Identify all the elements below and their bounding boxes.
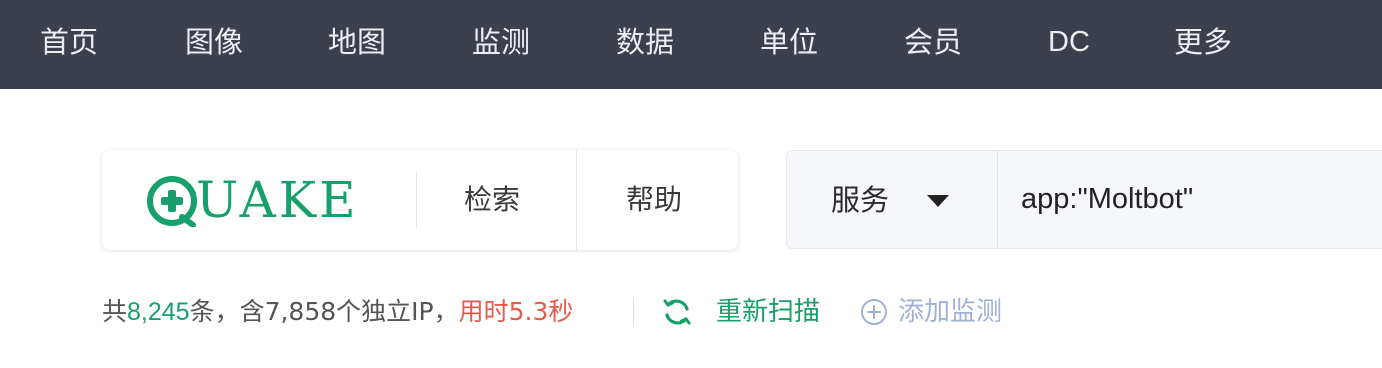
nav-item-monitor[interactable]: 监测 xyxy=(472,22,530,62)
caret-down-icon xyxy=(927,195,949,207)
nav-item-more[interactable]: 更多 xyxy=(1174,22,1232,62)
stats-mid: 条，含7,858个独立IP， xyxy=(189,297,459,326)
search-link[interactable]: 检索 xyxy=(464,180,520,220)
add-monitor-button[interactable]: 添加监测 xyxy=(898,292,1002,332)
quake-logo[interactable]: UAKE xyxy=(146,172,376,228)
search-type-label: 服务 xyxy=(831,183,890,217)
elapsed-time: 用时5.3秒 xyxy=(458,297,574,326)
nav-item-units[interactable]: 单位 xyxy=(760,22,818,62)
top-nav: 首页 图像 地图 监测 数据 单位 会员 DC 更多 xyxy=(0,0,1382,89)
result-count: 8,245 xyxy=(127,298,190,326)
plus-circle-outline-icon[interactable] xyxy=(860,298,888,326)
search-type-dropdown[interactable]: 服务 xyxy=(787,151,998,248)
nav-item-dc[interactable]: DC xyxy=(1048,22,1090,62)
help-link[interactable]: 帮助 xyxy=(626,180,682,220)
logo-text: UAKE xyxy=(196,171,359,229)
plus-circle-icon xyxy=(147,176,197,227)
logo-card: UAKE 检索 帮助 xyxy=(102,150,738,250)
rescan-button[interactable]: 重新扫描 xyxy=(716,292,820,332)
nav-item-member[interactable]: 会员 xyxy=(904,22,962,62)
stats-prefix: 共 xyxy=(102,297,128,326)
search-input[interactable] xyxy=(999,151,1382,248)
nav-item-images[interactable]: 图像 xyxy=(185,22,243,62)
nav-item-map[interactable]: 地图 xyxy=(328,22,386,62)
nav-item-data[interactable]: 数据 xyxy=(616,22,674,62)
divider xyxy=(576,150,577,250)
search-bar: 服务 xyxy=(786,150,1382,249)
divider xyxy=(633,297,634,327)
result-stats: 共8,245条，含7,858个独立IP，用时5.3秒 xyxy=(102,292,573,332)
divider xyxy=(416,172,417,228)
refresh-icon[interactable] xyxy=(662,297,692,327)
nav-item-home[interactable]: 首页 xyxy=(40,22,98,62)
